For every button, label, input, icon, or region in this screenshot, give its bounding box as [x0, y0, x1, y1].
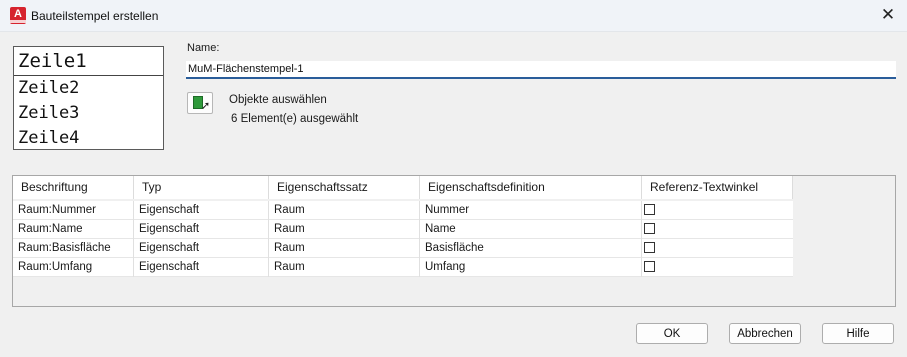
cell-beschriftung[interactable]: Raum:Umfang [13, 258, 134, 277]
referenz-textwinkel-checkbox[interactable] [644, 242, 655, 253]
pointer-icon: ➚ [201, 100, 211, 112]
cell-eigenschaftsdefinition[interactable]: Umfang [420, 258, 642, 277]
referenz-textwinkel-checkbox[interactable] [644, 204, 655, 215]
table-row[interactable]: Raum:Name Eigenschaft Raum Name [13, 220, 793, 239]
table-row[interactable]: Raum:Basisfläche Eigenschaft Raum Basisf… [13, 239, 793, 258]
cell-eigenschaftssatz[interactable]: Raum [269, 258, 420, 277]
column-header-beschriftung[interactable]: Beschriftung [13, 176, 134, 199]
cell-eigenschaftssatz[interactable]: Raum [269, 201, 420, 220]
column-header-typ[interactable]: Typ [134, 176, 269, 199]
cell-beschriftung[interactable]: Raum:Name [13, 220, 134, 239]
cell-beschriftung[interactable]: Raum:Basisfläche [13, 239, 134, 258]
window-title: Bauteilstempel erstellen [31, 9, 159, 23]
cell-eigenschaftssatz[interactable]: Raum [269, 220, 420, 239]
preview-line: Zeile1 [14, 47, 163, 76]
name-label: Name: [187, 42, 220, 54]
properties-table: Beschriftung Typ Eigenschaftssatz Eigens… [12, 175, 896, 307]
select-objects-label: Objekte auswählen [229, 94, 327, 106]
column-header-eigenschaftsdefinition[interactable]: Eigenschaftsdefinition [420, 176, 642, 199]
table-row[interactable]: Raum:Umfang Eigenschaft Raum Umfang [13, 258, 793, 277]
ok-button[interactable]: OK [636, 323, 708, 344]
title-bar: A Bauteilstempel erstellen ✕ [0, 0, 907, 32]
help-button[interactable]: Hilfe [822, 323, 894, 344]
table-row[interactable]: Raum:Nummer Eigenschaft Raum Nummer [13, 201, 793, 220]
cell-eigenschaftssatz[interactable]: Raum [269, 239, 420, 258]
preview-line: Zeile4 [18, 128, 80, 148]
autocad-app-icon: A [10, 7, 26, 24]
cell-beschriftung[interactable]: Raum:Nummer [13, 201, 134, 220]
cell-eigenschaftsdefinition[interactable]: Name [420, 220, 642, 239]
preview-line: Zeile2 [18, 78, 80, 98]
cell-eigenschaftsdefinition[interactable]: Basisfläche [420, 239, 642, 258]
table-header: Beschriftung Typ Eigenschaftssatz Eigens… [13, 176, 793, 199]
selected-count-text: 6 Element(e) ausgewählt [231, 113, 359, 125]
name-input[interactable] [186, 61, 896, 79]
column-header-referenz-textwinkel[interactable]: Referenz-Textwinkel [642, 176, 793, 199]
close-icon: ✕ [880, 5, 896, 24]
cell-typ[interactable]: Eigenschaft [134, 258, 269, 277]
cell-typ[interactable]: Eigenschaft [134, 239, 269, 258]
cell-typ[interactable]: Eigenschaft [134, 220, 269, 239]
referenz-textwinkel-checkbox[interactable] [644, 223, 655, 234]
preview-line: Zeile3 [18, 103, 80, 123]
referenz-textwinkel-checkbox[interactable] [644, 261, 655, 272]
close-button[interactable]: ✕ [875, 4, 901, 28]
cancel-button[interactable]: Abbrechen [729, 323, 801, 344]
cell-eigenschaftsdefinition[interactable]: Nummer [420, 201, 642, 220]
column-header-eigenschaftssatz[interactable]: Eigenschaftssatz [269, 176, 420, 199]
stamp-preview: Zeile1 Zeile2 Zeile3 Zeile4 [13, 46, 164, 150]
cell-typ[interactable]: Eigenschaft [134, 201, 269, 220]
select-objects-button[interactable]: ➚ [187, 92, 213, 114]
